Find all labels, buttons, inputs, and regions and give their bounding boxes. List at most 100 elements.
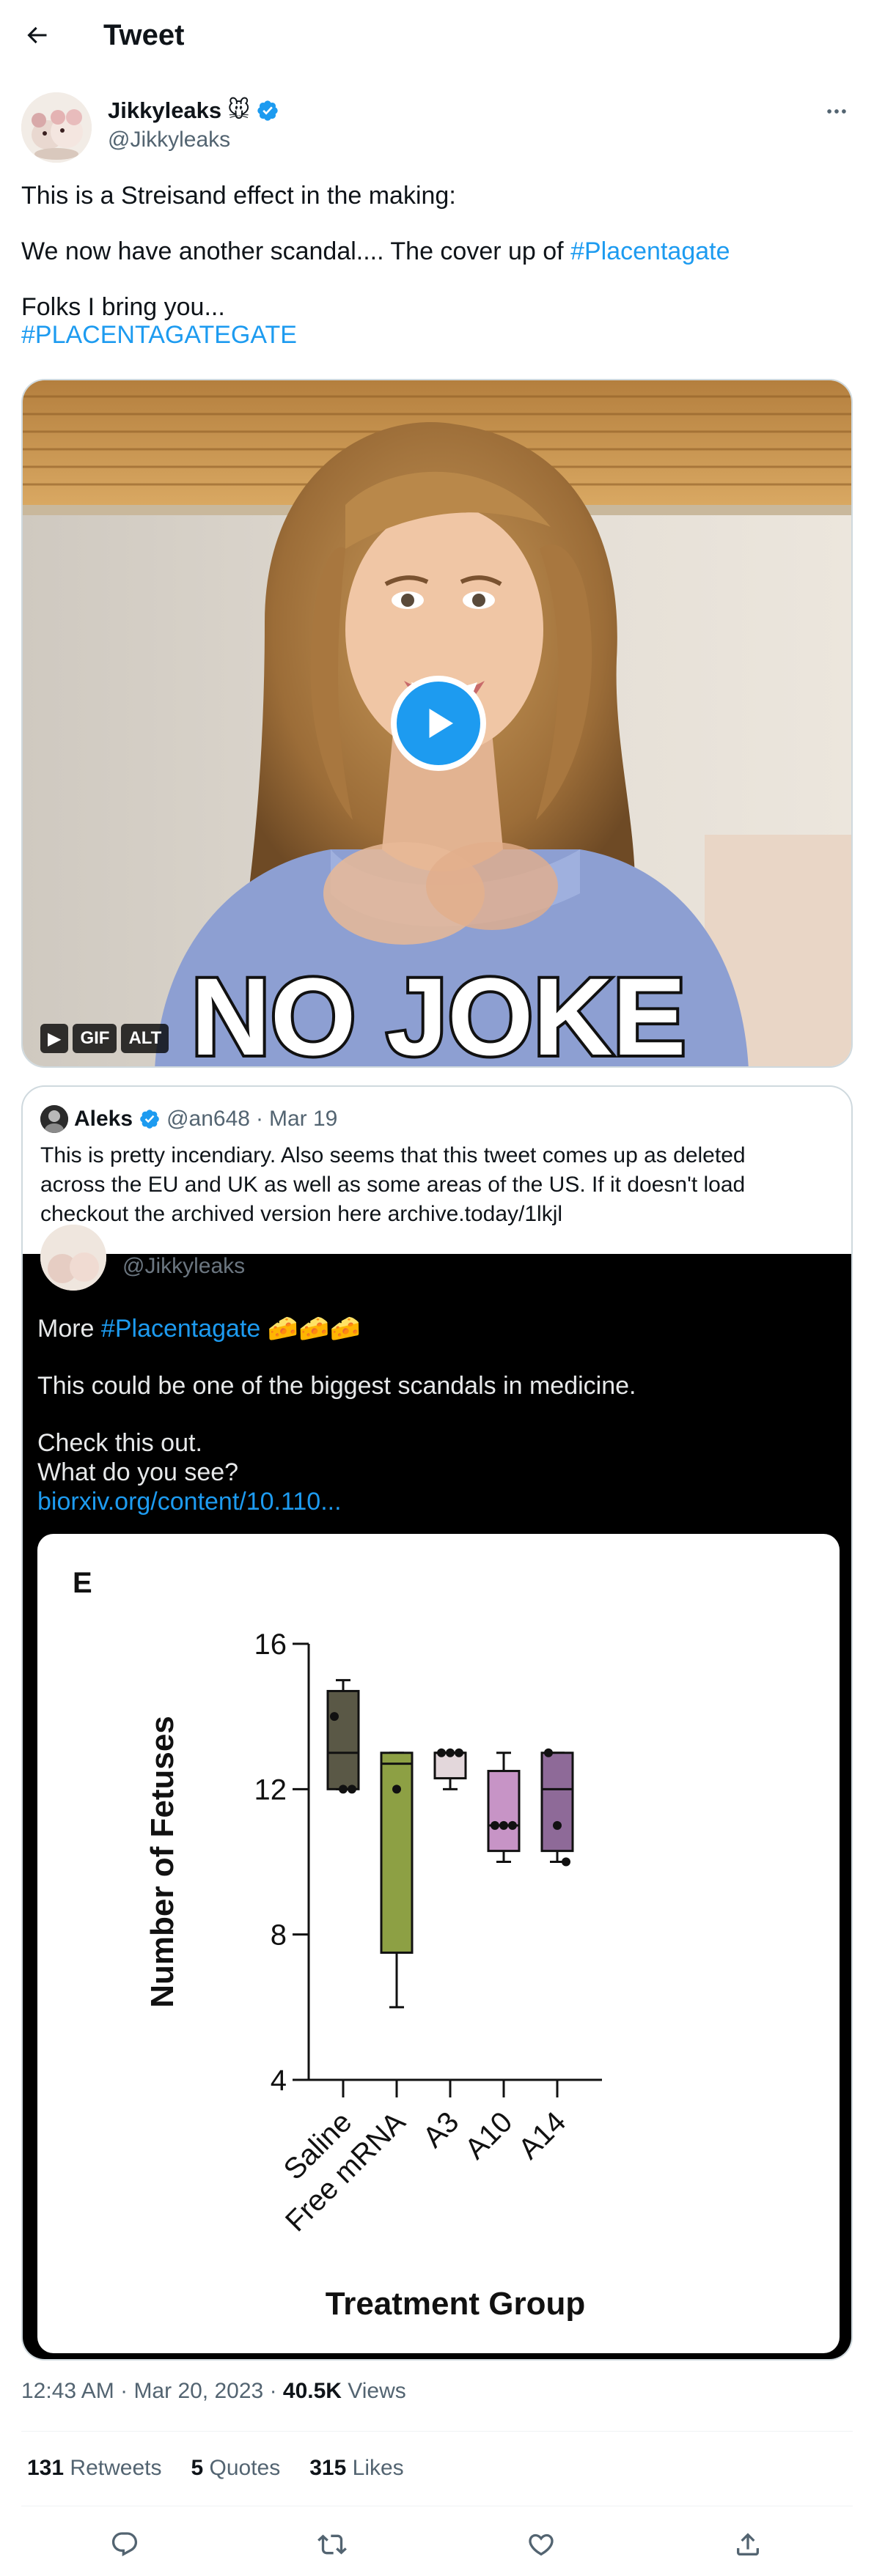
gif-badge: GIF bbox=[73, 1024, 117, 1053]
like-button[interactable] bbox=[521, 2524, 562, 2565]
tweet-line: This is a Streisand effect in the making… bbox=[21, 182, 456, 210]
quote-text-line: across the EU and UK as well as some are… bbox=[40, 1173, 746, 1197]
quotes-label: Quotes bbox=[209, 2456, 281, 2480]
tweet-line: We now have another scandal.... The cove… bbox=[21, 237, 853, 265]
box-free-mrna bbox=[380, 1752, 414, 1954]
more-button[interactable] bbox=[820, 95, 853, 128]
mouse-emoji: 🐭 bbox=[227, 98, 251, 122]
screenshot-line: What do you see? bbox=[37, 1458, 239, 1486]
quotes-stat[interactable]: 5 Quotes bbox=[191, 2454, 280, 2483]
quote-avatar bbox=[40, 1105, 68, 1133]
retweets-label: Retweets bbox=[70, 2456, 162, 2480]
play-icon bbox=[429, 709, 453, 738]
screenshot-line: Check this out. bbox=[37, 1429, 202, 1457]
x-tick-label: A3 bbox=[417, 2106, 466, 2154]
y-tick-label: 8 bbox=[271, 1919, 287, 1952]
action-bar bbox=[21, 2512, 853, 2571]
y-tick-label: 12 bbox=[254, 1774, 287, 1806]
screenshot-line: More #Placentagate 🧀🧀🧀 bbox=[37, 1314, 361, 1343]
play-button[interactable] bbox=[391, 676, 486, 771]
data-point bbox=[553, 1820, 562, 1830]
quote-author-name: Aleks bbox=[74, 1107, 133, 1131]
author-name[interactable]: Jikkyleaks 🐭 bbox=[108, 97, 279, 125]
data-point bbox=[348, 1785, 356, 1794]
hashtag-link[interactable]: #Placentagate bbox=[570, 237, 730, 265]
author-avatar[interactable] bbox=[21, 92, 92, 163]
hashtag-link[interactable]: #PLACENTAGATEGATE bbox=[21, 321, 853, 349]
data-point bbox=[508, 1820, 517, 1830]
quote-separator: · bbox=[255, 1107, 263, 1131]
likes-stat[interactable]: 315 Likes bbox=[309, 2454, 403, 2483]
separator: · bbox=[120, 2379, 134, 2403]
screenshot-line: This could be one of the biggest scandal… bbox=[37, 1372, 636, 1400]
retweet-icon bbox=[317, 2534, 347, 2555]
divider bbox=[21, 2431, 853, 2432]
engagement-stats: 131 Retweets 5 Quotes 315 Likes bbox=[27, 2454, 404, 2483]
retweets-count: 131 bbox=[27, 2456, 65, 2480]
arrow-left-icon bbox=[27, 26, 47, 44]
screenshot-avatar bbox=[40, 1225, 106, 1291]
media-badges: ▶ GIF ALT bbox=[40, 1024, 169, 1053]
x-tick-label: A14 bbox=[513, 2106, 572, 2165]
screenshot-text-span: More bbox=[37, 1315, 101, 1343]
y-tick-label: 16 bbox=[254, 1628, 287, 1661]
screenshot-handle: @Jikkyleaks bbox=[122, 1254, 246, 1278]
retweet-button[interactable] bbox=[312, 2524, 353, 2565]
data-point bbox=[491, 1820, 499, 1830]
tweet-date[interactable]: Mar 20, 2023 bbox=[133, 2379, 263, 2403]
top-bar: Tweet bbox=[0, 0, 874, 70]
data-point bbox=[392, 1785, 401, 1794]
quote-header: Aleks @an648 · Mar 19 bbox=[40, 1104, 337, 1134]
tweet-line: Folks I bring you... bbox=[21, 293, 225, 321]
screenshot-hashtag: #Placentagate bbox=[100, 1315, 261, 1343]
reply-button[interactable] bbox=[104, 2524, 145, 2565]
quoted-screenshot: @Jikkyleaks More #Placentagate 🧀🧀🧀 This … bbox=[23, 1225, 851, 2359]
tweet-time[interactable]: 12:43 AM bbox=[21, 2379, 114, 2403]
box-plot-chart: E481216Number of FetusesSalineFree mRNA A… bbox=[73, 1567, 602, 2322]
quoted-tweet[interactable]: Aleks @an648 · Mar 19 This is pretty inc… bbox=[21, 1085, 853, 2361]
data-point bbox=[437, 1748, 446, 1757]
verified-badge-icon bbox=[140, 1110, 159, 1129]
mice-avatar-image bbox=[21, 92, 92, 163]
y-tick-label: 4 bbox=[271, 2064, 287, 2097]
separator: · bbox=[269, 2379, 283, 2403]
page-title: Tweet bbox=[103, 19, 185, 51]
views-count: 40.5K bbox=[282, 2379, 342, 2403]
author-row: Jikkyleaks 🐭 @Jikkyleaks bbox=[21, 92, 853, 163]
panel-label: E bbox=[73, 1567, 92, 1599]
tweet-text: This is a Streisand effect in the making… bbox=[21, 182, 853, 349]
quote-text-line: This is pretty incendiary. Also seems th… bbox=[40, 1143, 746, 1167]
gif-media[interactable]: NO JOKE ▶ GIF ALT bbox=[21, 379, 853, 1068]
author-handle[interactable]: @Jikkyleaks bbox=[108, 126, 230, 154]
share-button[interactable] bbox=[727, 2524, 768, 2565]
views-label: Views bbox=[348, 2379, 406, 2403]
box-saline bbox=[326, 1689, 360, 1790]
box-a10 bbox=[487, 1770, 521, 1853]
screenshot-link: biorxiv.org/content/10.110... bbox=[37, 1488, 342, 1516]
data-point bbox=[499, 1820, 508, 1830]
retweets-stat[interactable]: 131 Retweets bbox=[27, 2454, 161, 2483]
quote-handle: @an648 bbox=[166, 1107, 250, 1131]
data-point bbox=[562, 1857, 570, 1867]
y-axis-label: Number of Fetuses bbox=[144, 1716, 180, 2008]
gif-caption: NO JOKE bbox=[191, 955, 686, 1068]
x-axis-label: Treatment Group bbox=[326, 2286, 586, 2322]
play-badge: ▶ bbox=[40, 1024, 69, 1053]
quote-text-line: checkout the archived version here archi… bbox=[40, 1202, 563, 1226]
alt-badge[interactable]: ALT bbox=[121, 1024, 169, 1053]
data-point bbox=[330, 1712, 339, 1721]
tweet-timestamp: 12:43 AM · Mar 20, 2023 · 40.5K Views bbox=[21, 2377, 406, 2406]
quote-text: This is pretty incendiary. Also seems th… bbox=[40, 1141, 832, 1229]
reply-icon bbox=[111, 2532, 138, 2557]
data-point bbox=[544, 1748, 553, 1757]
cheese-emoji: 🧀🧀🧀 bbox=[267, 1315, 361, 1343]
back-button[interactable] bbox=[18, 16, 56, 54]
verified-badge-icon bbox=[257, 100, 279, 121]
x-tick-label: A10 bbox=[459, 2106, 518, 2165]
data-point bbox=[446, 1748, 455, 1757]
data-point bbox=[339, 1785, 348, 1794]
share-icon bbox=[737, 2533, 759, 2555]
quotes-count: 5 bbox=[191, 2456, 204, 2480]
chart-card: E 4 8 12 16 Number of Fetuses Saline Free mRNA A… bbox=[37, 1534, 840, 2353]
quote-date: Mar 19 bbox=[268, 1107, 338, 1131]
